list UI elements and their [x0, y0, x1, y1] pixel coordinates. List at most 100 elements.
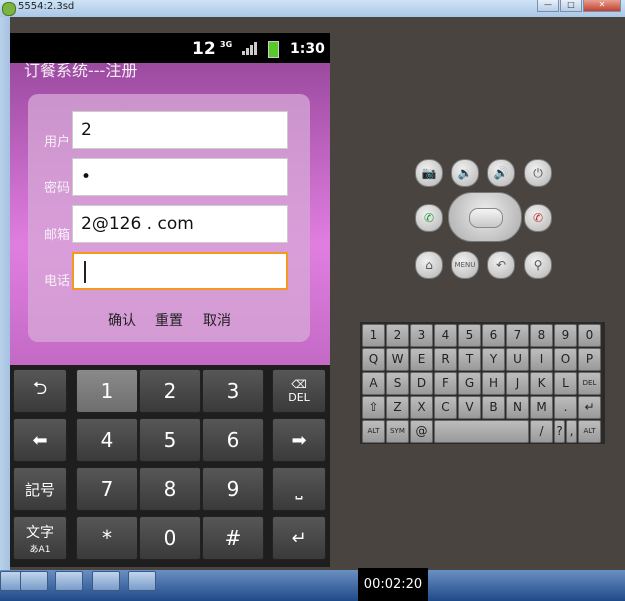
- qwerty-key[interactable]: I: [530, 348, 553, 371]
- key-0[interactable]: 0: [139, 516, 201, 560]
- qwerty-key[interactable]: G: [458, 372, 481, 395]
- qwerty-key[interactable]: N: [506, 396, 529, 419]
- qwerty-key[interactable]: /: [530, 420, 553, 443]
- minimize-button[interactable]: —: [537, 0, 559, 12]
- close-button[interactable]: ✕: [583, 0, 621, 12]
- qwerty-key[interactable]: F: [434, 372, 457, 395]
- text-cursor: [84, 261, 86, 283]
- space-key[interactable]: ⎵: [272, 467, 326, 511]
- volume-up-icon[interactable]: 🔊: [487, 159, 515, 187]
- qwerty-key[interactable]: 8: [530, 324, 553, 347]
- qwerty-key[interactable]: X: [410, 396, 433, 419]
- qwerty-key[interactable]: U: [506, 348, 529, 371]
- back-icon[interactable]: ↶: [487, 251, 515, 279]
- qwerty-key[interactable]: E: [410, 348, 433, 371]
- qwerty-key[interactable]: 6: [482, 324, 505, 347]
- qwerty-key[interactable]: A: [362, 372, 385, 395]
- input-mode-key[interactable]: 文字 あA1: [13, 516, 67, 560]
- emulator-screen: 12 3G 1:30 订餐系统---注册 用户 2 密码 • 邮箱 2@126 …: [10, 33, 330, 567]
- back-key[interactable]: ⮌: [13, 369, 67, 413]
- key-7[interactable]: 7: [76, 467, 138, 511]
- qwerty-key[interactable]: P: [578, 348, 601, 371]
- search-icon[interactable]: ⚲: [524, 251, 552, 279]
- window-frame: [0, 17, 10, 570]
- qwerty-key[interactable]: 0: [578, 324, 601, 347]
- key-9[interactable]: 9: [202, 467, 264, 511]
- key-4[interactable]: 4: [76, 418, 138, 462]
- qwerty-key[interactable]: W: [386, 348, 409, 371]
- phone-input[interactable]: [72, 252, 288, 290]
- delete-key[interactable]: ⌫ DEL: [272, 369, 326, 413]
- cancel-button[interactable]: 取消: [203, 310, 231, 330]
- qwerty-enter-key[interactable]: ↵: [578, 396, 601, 419]
- volume-down-icon[interactable]: 🔉: [451, 159, 479, 187]
- email-input[interactable]: 2@126 . com: [72, 205, 288, 243]
- end-call-icon[interactable]: ✆: [524, 204, 552, 232]
- status-time: 1:30: [290, 41, 325, 57]
- call-icon[interactable]: ✆: [415, 204, 443, 232]
- qwerty-key[interactable]: S: [386, 372, 409, 395]
- qwerty-space-key[interactable]: [434, 420, 529, 443]
- key-1[interactable]: 1: [76, 369, 138, 413]
- qwerty-key[interactable]: O: [554, 348, 577, 371]
- qwerty-key[interactable]: C: [434, 396, 457, 419]
- qwerty-key[interactable]: R: [434, 348, 457, 371]
- power-icon[interactable]: ⏻: [524, 159, 552, 187]
- qwerty-key[interactable]: Z: [386, 396, 409, 419]
- taskbar-item[interactable]: [92, 571, 120, 591]
- maximize-button[interactable]: □: [560, 0, 582, 12]
- taskbar-item[interactable]: [128, 571, 156, 591]
- menu-button[interactable]: MENU: [451, 251, 479, 279]
- qwerty-key[interactable]: M: [530, 396, 553, 419]
- taskbar-item[interactable]: [55, 571, 83, 591]
- qwerty-key[interactable]: .: [554, 396, 577, 419]
- reset-button[interactable]: 重置: [155, 310, 183, 330]
- qwerty-key[interactable]: @: [410, 420, 433, 443]
- key-star[interactable]: *: [76, 516, 138, 560]
- key-2[interactable]: 2: [139, 369, 201, 413]
- key-3[interactable]: 3: [202, 369, 264, 413]
- key-5[interactable]: 5: [139, 418, 201, 462]
- qwerty-key[interactable]: D: [410, 372, 433, 395]
- symbol-key[interactable]: 記号: [13, 467, 67, 511]
- qwerty-sym-key[interactable]: SYM: [386, 420, 409, 443]
- qwerty-key[interactable]: 3: [410, 324, 433, 347]
- qwerty-key[interactable]: B: [482, 396, 505, 419]
- emulator-controls: 📷 🔉 🔊 ⏻ ✆ ✆ ⌂ MENU ↶ ⚲: [345, 17, 625, 570]
- camera-icon[interactable]: 📷: [415, 159, 443, 187]
- qwerty-key[interactable]: V: [458, 396, 481, 419]
- qwerty-key[interactable]: 1: [362, 324, 385, 347]
- qwerty-key[interactable]: H: [482, 372, 505, 395]
- qwerty-alt-key[interactable]: ALT: [578, 420, 601, 443]
- qwerty-key[interactable]: L: [554, 372, 577, 395]
- confirm-button[interactable]: 确认: [108, 310, 136, 330]
- qwerty-key[interactable]: Y: [482, 348, 505, 371]
- qwerty-alt-key[interactable]: ALT: [362, 420, 385, 443]
- qwerty-key[interactable]: ,: [566, 420, 577, 443]
- qwerty-key[interactable]: Q: [362, 348, 385, 371]
- qwerty-key[interactable]: 2: [386, 324, 409, 347]
- input-mode-sublabel: あA1: [29, 544, 51, 555]
- taskbar-item[interactable]: [20, 571, 48, 591]
- qwerty-key[interactable]: J: [506, 372, 529, 395]
- enter-key[interactable]: ↵: [272, 516, 326, 560]
- dpad-center-button[interactable]: [469, 208, 503, 228]
- dpad[interactable]: [448, 192, 522, 242]
- qwerty-key[interactable]: T: [458, 348, 481, 371]
- key-hash[interactable]: #: [202, 516, 264, 560]
- qwerty-key[interactable]: 9: [554, 324, 577, 347]
- right-arrow-key[interactable]: ➡: [272, 418, 326, 462]
- qwerty-key[interactable]: K: [530, 372, 553, 395]
- key-8[interactable]: 8: [139, 467, 201, 511]
- left-arrow-key[interactable]: ⬅: [13, 418, 67, 462]
- user-input[interactable]: 2: [72, 111, 288, 149]
- qwerty-key[interactable]: 4: [434, 324, 457, 347]
- key-6[interactable]: 6: [202, 418, 264, 462]
- qwerty-shift-key[interactable]: ⇧: [362, 396, 385, 419]
- qwerty-key[interactable]: 7: [506, 324, 529, 347]
- password-input[interactable]: •: [72, 158, 288, 196]
- home-icon[interactable]: ⌂: [415, 251, 443, 279]
- qwerty-del-key[interactable]: DEL: [578, 372, 601, 395]
- qwerty-key[interactable]: ?: [554, 420, 565, 443]
- qwerty-key[interactable]: 5: [458, 324, 481, 347]
